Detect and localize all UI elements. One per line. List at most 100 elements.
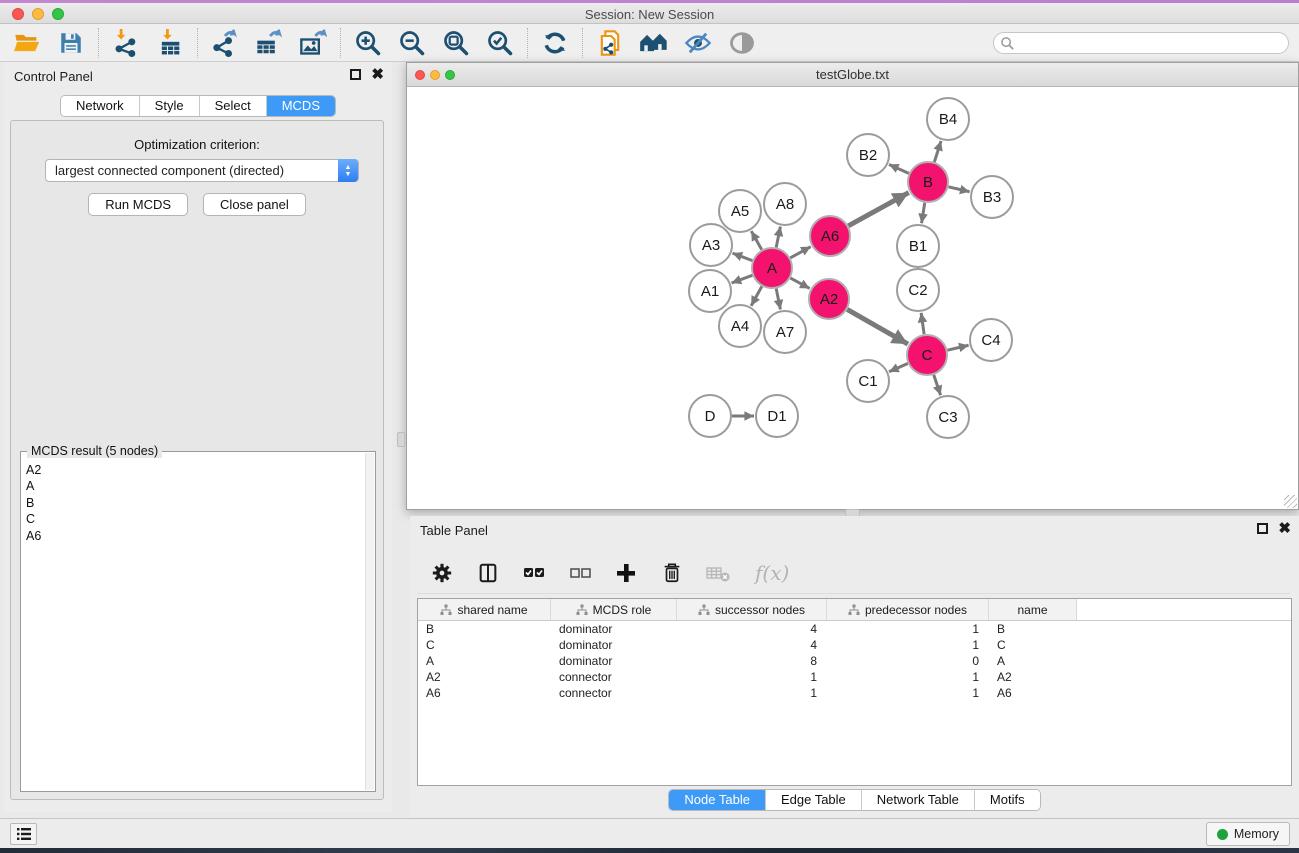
tab-network-table[interactable]: Network Table [862,790,975,810]
table-toolbar: f(x) [417,552,1290,594]
tab-select[interactable]: Select [200,96,267,116]
graph-edge[interactable] [848,193,908,226]
add-column-icon[interactable] [613,560,639,586]
graph-node-label: C4 [981,332,1000,349]
tab-mcds[interactable]: MCDS [267,96,335,116]
list-item[interactable]: B [26,495,363,511]
show-all-icon[interactable] [727,28,757,58]
import-network-icon[interactable] [111,28,141,58]
home-icon[interactable] [639,28,669,58]
export-image-icon[interactable] [298,28,328,58]
node-table[interactable]: shared name MCDS role successor nodes pr… [417,598,1292,786]
graph-edge[interactable] [733,253,753,260]
column-type-icon [440,604,452,616]
tab-network[interactable]: Network [61,96,140,116]
graph-node-label: C [922,347,933,364]
graph-node-label: B [923,174,933,191]
table-row[interactable]: A dominator 8 0 A [418,653,1291,669]
task-history-button[interactable] [10,823,37,845]
export-network-icon[interactable] [210,28,240,58]
resize-grip-icon[interactable] [1284,495,1297,508]
tab-edge-table[interactable]: Edge Table [766,790,862,810]
zoom-out-icon[interactable] [397,28,427,58]
export-table-icon[interactable] [254,28,284,58]
table-row[interactable]: A6 connector 1 1 A6 [418,685,1291,701]
graph-edge[interactable] [947,345,968,350]
search-input[interactable] [1015,34,1288,52]
graph-edge[interactable] [790,247,810,258]
column-type-icon [576,604,588,616]
tab-motifs[interactable]: Motifs [975,790,1040,810]
refresh-icon[interactable] [540,28,570,58]
table-settings-gear-icon[interactable] [429,560,455,586]
splitter-grip-vertical[interactable] [397,432,405,447]
select-all-icon[interactable] [521,560,547,586]
graph-edge[interactable] [751,231,761,250]
zoom-selected-icon[interactable] [485,28,515,58]
list-icon [16,827,32,841]
graph-edge[interactable] [934,375,941,395]
hide-selected-icon[interactable] [683,28,713,58]
mcds-result-list[interactable]: A2 A B C A6 [26,462,363,787]
column-header-name[interactable]: name [989,599,1077,620]
graph-edge[interactable] [889,164,909,173]
table-panel: Table Panel ✖ f(x) [410,516,1299,817]
save-session-icon[interactable] [56,28,86,58]
network-window-titlebar[interactable]: testGlobe.txt [407,63,1298,87]
float-panel-icon[interactable] [350,69,361,80]
optimization-criterion-label: Optimization criterion: [11,137,383,152]
memory-button[interactable]: Memory [1206,822,1290,846]
graph-node-label: A2 [820,291,838,308]
table-row[interactable]: C dominator 4 1 C [418,637,1291,653]
search-box[interactable] [993,32,1289,54]
desktop-wallpaper-edge [0,848,1299,853]
graph-node-label: A8 [776,196,794,213]
graph-edge[interactable] [889,363,908,371]
open-session-icon[interactable] [12,28,42,58]
graph-edge[interactable] [790,278,809,288]
criterion-select[interactable]: largest connected component (directed) ▲… [45,159,359,182]
list-item[interactable]: A [26,478,363,494]
list-item[interactable]: A6 [26,528,363,544]
column-header-predecessor-nodes[interactable]: predecessor nodes [827,599,989,620]
import-table-icon[interactable] [155,28,185,58]
graph-node-label: A4 [731,318,749,335]
tab-style[interactable]: Style [140,96,200,116]
float-panel-icon[interactable] [1257,523,1268,534]
network-graph[interactable]: B4B2BB3A5A8A6B1A3AA1C2A2A4A7C4CC1C3DD1 [407,87,1298,509]
close-panel-icon[interactable]: ✖ [371,69,384,80]
graph-edge[interactable] [922,203,925,224]
graph-edge[interactable] [948,187,969,192]
list-item[interactable]: C [26,511,363,527]
app-title: Session: New Session [0,7,1299,22]
table-row[interactable]: B dominator 4 1 B [418,621,1291,637]
network-canvas[interactable]: B4B2BB3A5A8A6B1A3AA1C2A2A4A7C4CC1C3DD1 [407,87,1298,509]
duplicate-network-icon[interactable] [595,28,625,58]
graph-edge[interactable] [847,309,908,344]
show-columns-icon[interactable] [475,560,501,586]
column-header-filler [1077,599,1291,620]
delete-column-trash-icon[interactable] [659,560,685,586]
run-mcds-button[interactable]: Run MCDS [88,193,188,216]
graph-edge[interactable] [934,141,941,162]
list-item[interactable]: A2 [26,462,363,478]
scrollbar-track[interactable] [365,453,374,790]
graph-edge[interactable] [921,313,924,334]
column-header-shared-name[interactable]: shared name [418,599,551,620]
close-panel-icon[interactable]: ✖ [1278,523,1291,534]
graph-edge[interactable] [751,286,762,305]
graph-edge[interactable] [732,275,753,283]
graph-edge[interactable] [776,289,780,310]
close-panel-button[interactable]: Close panel [203,193,306,216]
control-panel: Control Panel ✖ Network Style Select MCD… [4,62,392,812]
zoom-in-icon[interactable] [353,28,383,58]
table-row[interactable]: A2 connector 1 1 A2 [418,669,1291,685]
zoom-fit-icon[interactable] [441,28,471,58]
tab-node-table[interactable]: Node Table [669,790,766,810]
column-header-successor-nodes[interactable]: successor nodes [677,599,827,620]
deselect-all-icon[interactable] [567,560,593,586]
column-header-mcds-role[interactable]: MCDS role [551,599,677,620]
graph-node-label: C3 [938,409,957,426]
graph-edge[interactable] [776,227,780,248]
toolbar-separator [98,28,99,58]
